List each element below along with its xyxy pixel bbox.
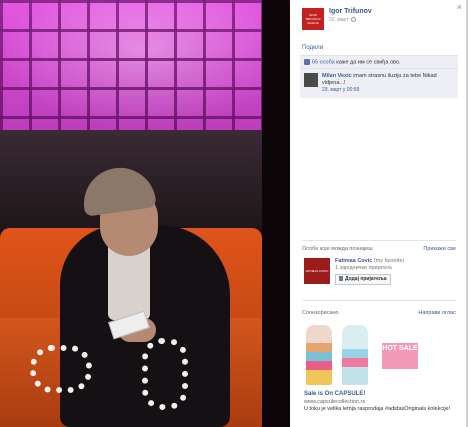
ad-description: U toku je velika letnja rasprodaja #adid… [304,406,451,412]
likes-text: каже да им се свиђа ово. [334,59,401,66]
ad-image[interactable]: HOT SALE [302,325,450,385]
like-icon [304,59,310,65]
post-date[interactable]: 22. март [329,17,372,23]
likes-summary: 65 особа каже да им се свиђа ово. [300,56,458,70]
share-link[interactable]: Подели [302,45,323,51]
flower-lei-left [30,345,92,393]
pymk-see-all[interactable]: Прикажи све [423,246,456,252]
hot-sale-badge: HOT SALE [382,343,418,369]
dress-1 [306,325,332,385]
likes-link[interactable]: 65 особа [312,59,335,65]
side-panel: × IGOR TRIFUNOV MAGIJA Igor Trifunov 22.… [290,0,468,427]
globe-icon [350,17,356,23]
add-friend-button[interactable]: Додај пријатеља [335,274,391,285]
comment: Milan Vexic imam strasnu iluziju za tebe… [300,69,458,98]
ad-headline[interactable]: Sale is On CAPSULE! [304,391,365,397]
author-avatar[interactable]: IGOR TRIFUNOV MAGIJA [302,8,324,30]
add-friend-icon [339,276,343,282]
post-header: IGOR TRIFUNOV MAGIJA Igor Trifunov 22. м… [302,8,372,32]
flower-lei-right [142,338,188,410]
pymk-mutual[interactable]: 1 заједнички пријатељ [335,265,404,272]
dark-edge [262,0,290,427]
wall-shade [0,0,262,130]
pymk-avatar[interactable]: FATIMAA COVIC [304,258,330,284]
comment-time[interactable]: 23. март у 00:59 [322,87,454,94]
commenter-avatar[interactable] [304,73,318,88]
create-ad-link[interactable]: Направи оглас [418,310,456,316]
pymk-name[interactable]: Fatimaa Covic (my favorite) [335,258,404,265]
close-icon[interactable]: × [457,2,462,12]
ad-url[interactable]: www.capsulecollection.rs [304,399,365,405]
author-name[interactable]: Igor Trifunov [329,8,372,15]
divider [302,300,456,301]
feedback-box: 65 особа каже да им се свиђа ово. Milan … [300,55,458,99]
divider [302,240,456,241]
photo-area[interactable] [0,0,290,427]
ads-title: Спонзорисано [302,310,339,316]
dress-2 [342,325,368,385]
commenter-name[interactable]: Milan Vexic [322,73,352,79]
pymk-title: Особе које можда познаjеш [302,246,373,252]
pymk-card: FATIMAA COVIC Fatimaa Covic (my favorite… [304,258,404,285]
